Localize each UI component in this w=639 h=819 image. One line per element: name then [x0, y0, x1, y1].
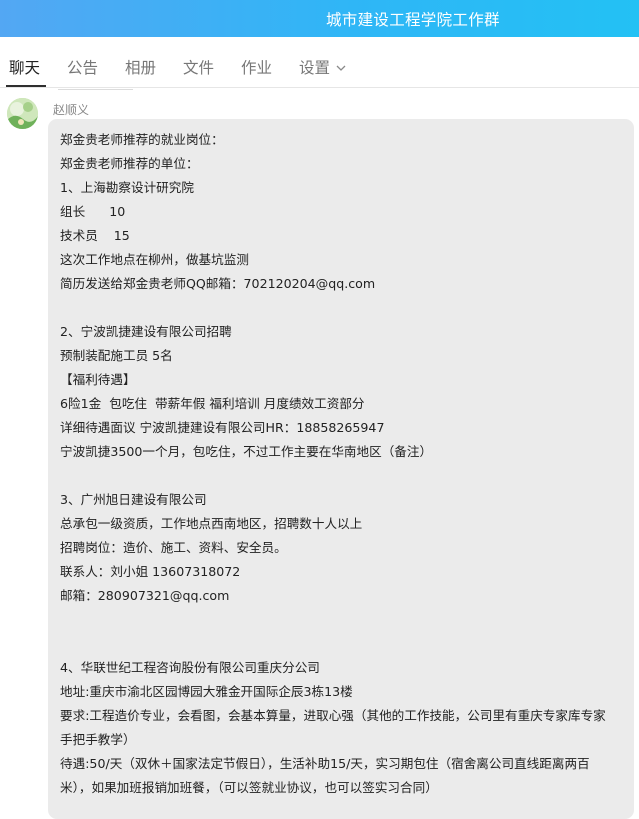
sender-name: 赵顺义 — [53, 103, 90, 117]
message-line: 宁波凯捷3500一个月，包吃住，不过工作主要在华南地区（备注） — [60, 444, 433, 459]
message-line: 【福利待遇】 — [60, 372, 136, 387]
tab-homework[interactable]: 作业 — [241, 56, 272, 78]
message-line: 手把手教学） — [60, 732, 136, 747]
message-line: 预制装配施工员 5名 — [60, 348, 173, 363]
message-line: 郑金贵老师推荐的就业岗位： — [60, 132, 224, 147]
message-line — [60, 632, 628, 656]
message-line: 这次工作地点在柳州，做基坑监测 — [60, 252, 249, 267]
divider — [58, 89, 133, 90]
message-line: 组长 10 — [60, 204, 126, 219]
message-line: 3、广州旭日建设有限公司 — [60, 492, 207, 507]
message-line: 技术员 15 — [60, 228, 130, 243]
window-title: 城市建设工程学院工作群 — [326, 11, 500, 29]
title-bar: 城市建设工程学院工作群 — [0, 0, 639, 37]
tab-chat[interactable]: 聊天 — [9, 56, 40, 78]
message-line — [60, 296, 628, 320]
message-line: 郑金贵老师推荐的单位： — [60, 156, 199, 171]
active-tab-indicator — [6, 85, 46, 87]
message-line: 简历发送给郑金贵老师QQ邮箱：702120204@qq.com — [60, 276, 376, 291]
message-line: 总承包一级资质，工作地点西南地区，招聘数十人以上 — [60, 516, 363, 531]
message-line: 4、华联世纪工程咨询股份有限公司重庆分公司 — [60, 660, 320, 675]
message-line: 招聘岗位：造价、施工、资料、安全员。 — [60, 540, 287, 555]
tab-announcement[interactable]: 公告 — [67, 56, 98, 78]
tab-settings[interactable]: 设置 — [299, 56, 346, 78]
message-text: 郑金贵老师推荐的就业岗位： 郑金贵老师推荐的单位： 1、上海勘察设计研究院 组长 10… — [60, 128, 628, 800]
tab-files[interactable]: 文件 — [183, 56, 214, 78]
message-line: 6险1金 包吃住 带薪年假 福利培训 月度绩效工资部分 — [60, 396, 365, 411]
message-line: 联系人：刘小姐 13607318072 — [60, 564, 241, 579]
message-line: 要求:工程造价专业，会看图，会基本算量，进取心强（其他的工作技能，公司里有重庆专… — [60, 708, 606, 723]
tab-bar: 聊天 公告 相册 文件 作业 设置 — [0, 37, 639, 88]
tab-settings-label: 设置 — [299, 59, 331, 77]
message-line: 1、上海勘察设计研究院 — [60, 180, 194, 195]
message-line — [60, 608, 628, 632]
message-line: 2、宁波凯捷建设有限公司招聘 — [60, 324, 232, 339]
message-line: 邮箱：280907321@qq.com — [60, 588, 230, 603]
message-line — [60, 464, 628, 488]
message-line: 待遇:50/天（双休＋国家法定节假日），生活补助15/天，实习期包住（宿舍离公司… — [60, 756, 590, 771]
avatar[interactable] — [7, 98, 38, 129]
message-line: 米），如果加班报销加班餐，（可以签就业协议，也可以签实习合同） — [60, 780, 438, 795]
message-line: 地址:重庆市渝北区园博园大雅金开国际企辰3栋13楼 — [60, 684, 353, 699]
tab-album[interactable]: 相册 — [125, 56, 156, 78]
message-line: 详细待遇面议 宁波凯捷建设有限公司HR：18858265947 — [60, 420, 385, 435]
chevron-down-icon — [336, 57, 346, 75]
